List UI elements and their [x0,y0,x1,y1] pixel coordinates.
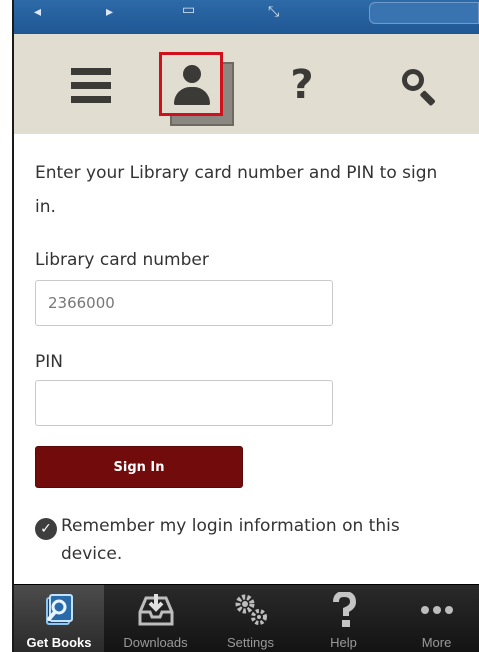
search-button[interactable] [385,52,451,118]
forward-arrow-icon: ▸ [106,4,114,20]
get-books-icon [37,591,81,629]
bottom-tab-bar: Get Books Downloads Settings Help More [14,584,479,652]
pin-input[interactable] [35,380,333,426]
hamburger-icon [71,67,111,103]
search-icon [398,65,438,107]
remember-checkbox-icon[interactable]: ✓ [35,518,57,540]
settings-icon [229,591,273,629]
status-bar: ◂ ▸ ▭ ⤡ [14,0,479,34]
question-icon: ? [290,62,314,108]
user-icon [183,65,201,83]
tab-label: Downloads [123,635,188,650]
card-number-input[interactable] [35,280,333,326]
signin-instructions: Enter your Library card number and PIN t… [35,163,438,217]
back-arrow-icon: ◂ [34,4,42,20]
menu-button[interactable] [58,52,124,118]
expand-icon: ⤡ [268,4,280,20]
sign-in-button[interactable]: Sign In [35,446,243,488]
tab-settings[interactable]: Settings [204,585,297,652]
app-frame: ◂ ▸ ▭ ⤡ ? Enter your Library card number… [14,0,479,652]
pin-label: PIN [35,352,63,372]
tab-help[interactable]: Help [297,585,390,652]
tab-get-books[interactable]: Get Books [14,585,104,652]
top-toolbar: ? [14,34,479,134]
window-edge [0,0,14,652]
remember-login-label: Remember my login information on this de… [61,516,400,564]
tab-more[interactable]: More [394,585,479,652]
tab-label: Get Books [26,635,92,650]
account-button[interactable] [159,52,234,126]
tab-label: More [421,635,452,650]
user-icon-body [174,87,210,105]
tab-downloads[interactable]: Downloads [109,585,202,652]
tab-label: Settings [227,635,274,650]
card-number-label: Library card number [35,250,209,270]
downloads-icon [134,591,178,629]
more-icon [415,591,459,629]
tab-label: Help [330,635,357,650]
status-pill [369,2,479,24]
window-icon: ▭ [182,2,196,18]
account-highlight-box [159,52,223,116]
help-icon [322,591,366,629]
help-button[interactable]: ? [269,52,335,118]
